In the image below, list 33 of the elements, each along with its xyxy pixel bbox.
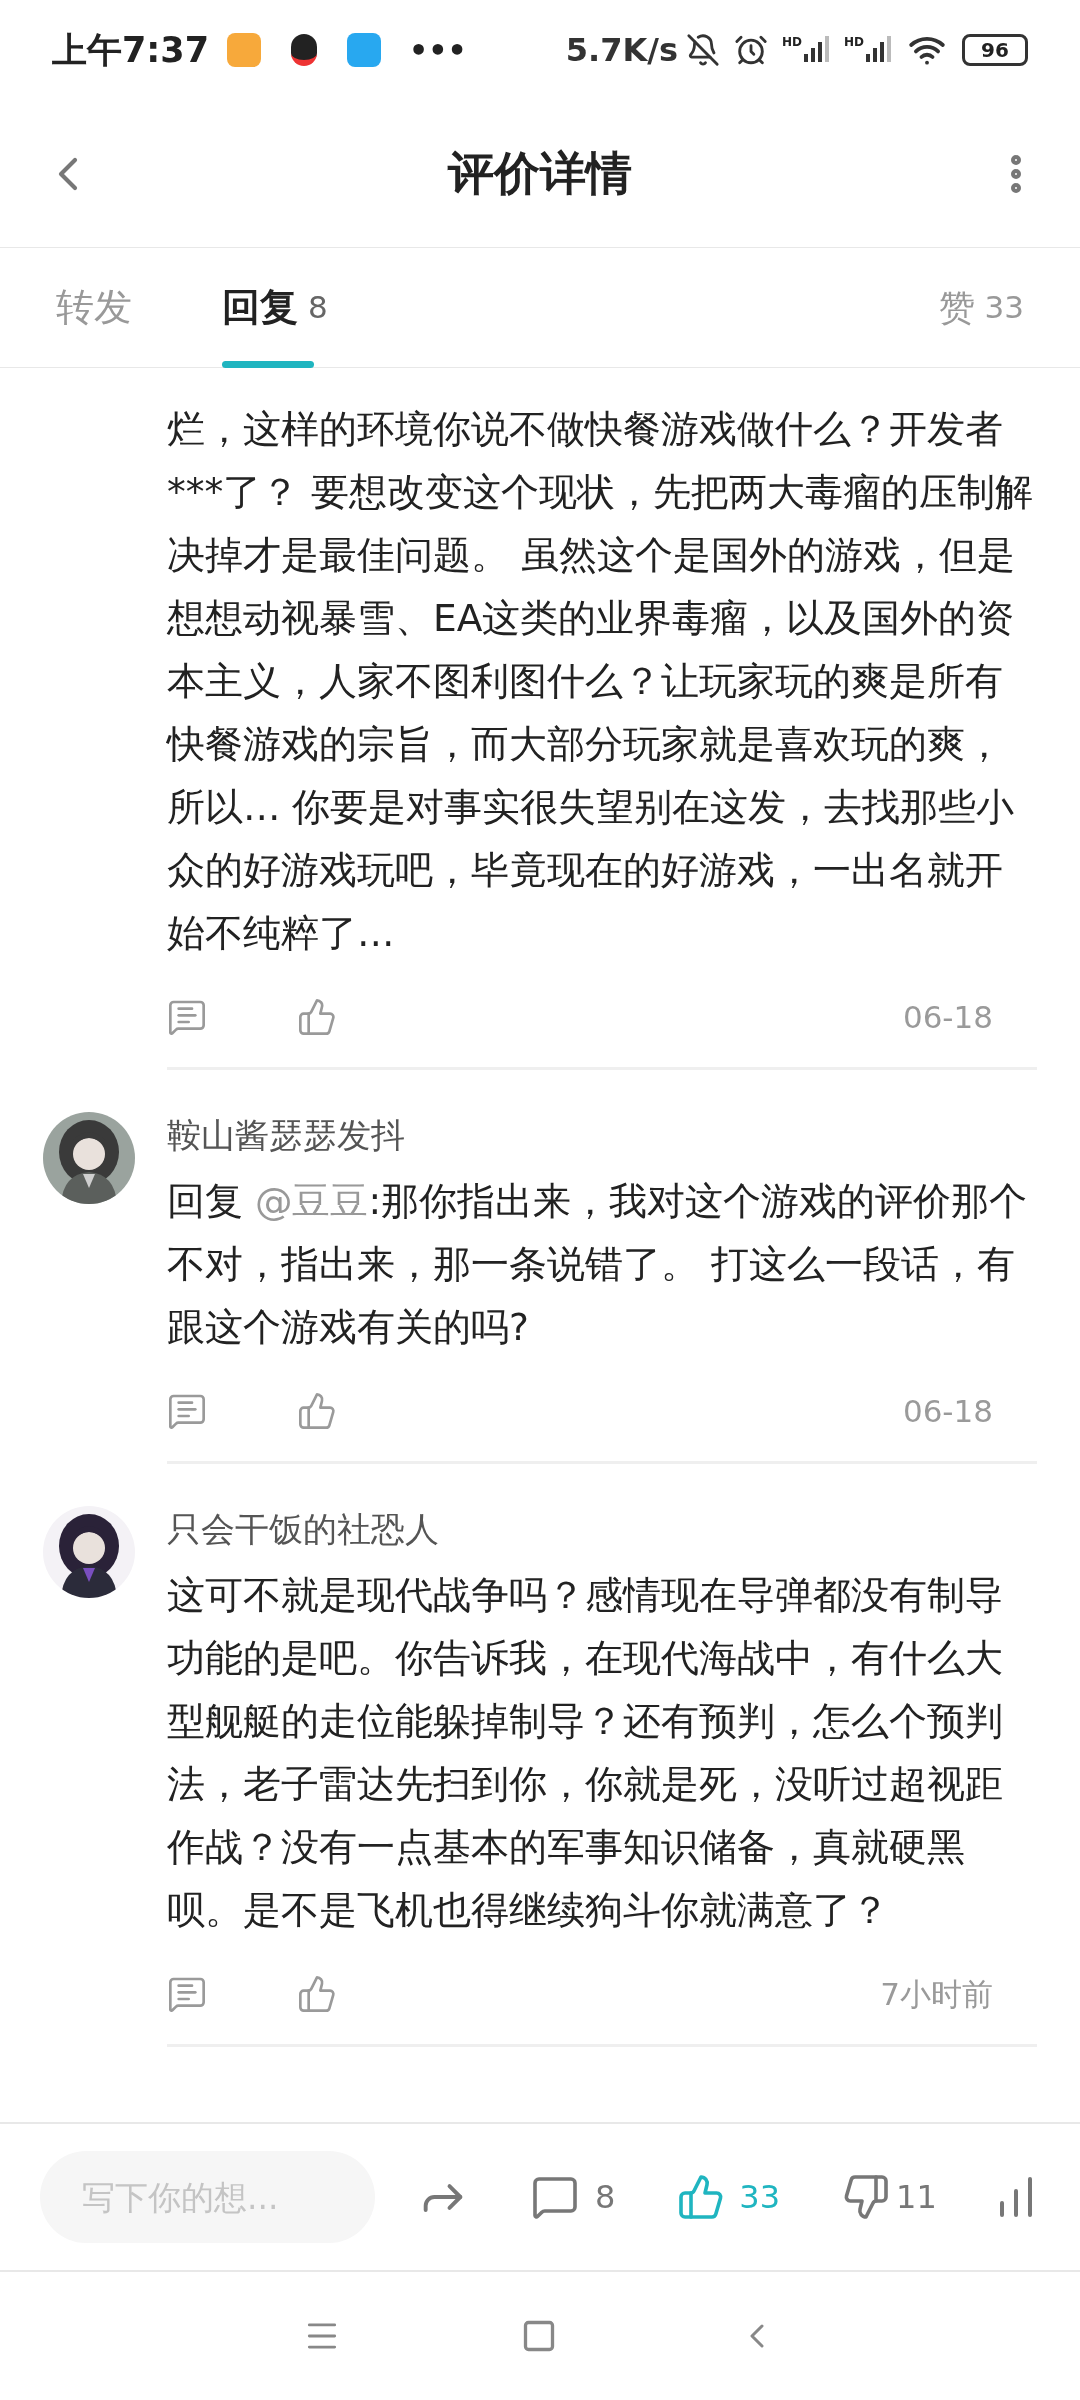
mute-icon xyxy=(685,33,720,67)
like-icon[interactable] xyxy=(297,1974,337,2014)
comment-text: 回复 @豆豆:那你指出来，我对这个游戏的评价那个不对，指出来，那一条说错了。 打这么一段话，有跟这个游戏有关的吗? xyxy=(167,1178,1029,1351)
comment-text: 烂，这样的环境你说不做快餐游戏做什么？开发者***了？ 要想改变这个现状，先把两大毒瘤的压制解决掉才是最佳问题。 虽然这个是国外的游戏，但是想想动视暴雪、EA这类的业界毒瘤，以及国外的资本主义，人家不图利图什么？让玩家玩的爽是所有快餐游戏的宗旨，而大部分玩家就是喜欢玩的爽，所以… 你要是对事实很失望别在这发，去找那些小众的好游戏玩吧，毕竟现在的好游戏，一出名就开始不纯粹了… xyxy=(167,406,1035,957)
thumbs-down-icon xyxy=(842,2173,891,2221)
status-time: 上午7:37 xyxy=(52,28,210,72)
more-notifications: ••• xyxy=(409,31,467,70)
comment-button[interactable]: 8 xyxy=(531,2173,616,2221)
battery-level: 96 xyxy=(981,40,1009,60)
user-name[interactable]: 鞍山酱瑟瑟发抖 xyxy=(167,1110,1037,1160)
signal-icon xyxy=(802,36,830,64)
comment-time: 06-18 xyxy=(902,997,993,1037)
like-button[interactable]: 33 xyxy=(677,2173,781,2221)
tab[interactable]: 转发 xyxy=(56,247,132,368)
hd-label: HD xyxy=(844,36,864,48)
likes-tab[interactable]: 赞 33 xyxy=(938,280,1024,335)
alarm-icon xyxy=(733,33,768,67)
comment-time: 7小时前 xyxy=(880,1974,993,2014)
like-icon[interactable] xyxy=(297,1391,337,1431)
chat-app-icon xyxy=(347,33,382,67)
tab[interactable]: 回复 8 xyxy=(222,247,328,368)
hd-label: HD xyxy=(781,36,802,48)
comment-time: 06-18 xyxy=(902,1391,993,1431)
gallery-app-icon xyxy=(227,33,262,67)
like-icon[interactable] xyxy=(297,997,337,1037)
signal-icon xyxy=(864,36,892,64)
home-icon[interactable] xyxy=(521,2318,557,2354)
network-speed: 5.7K/s xyxy=(565,30,678,71)
user-name[interactable]: 只会干饭的社恐人 xyxy=(167,1504,1037,1554)
mention-link[interactable]: @豆豆 xyxy=(254,1179,369,1223)
comment-text: 这可不就是现代战争吗？感情现在导弹都没有制导功能的是吧。你告诉我，在现代海战中，有什么大型舰艇的走位能躲掉制导？还有预判，怎么个预判法，老子雷达先扫到你，你就是死，没听过超视距作战？没有一点基本的军事知识储备，真就硬黑呗。是不是飞机也得继续狗斗你就满意了？ xyxy=(167,1572,1004,1934)
dislike-button[interactable]: 11 xyxy=(842,2173,937,2221)
page-title: 评价详情 xyxy=(448,145,632,202)
